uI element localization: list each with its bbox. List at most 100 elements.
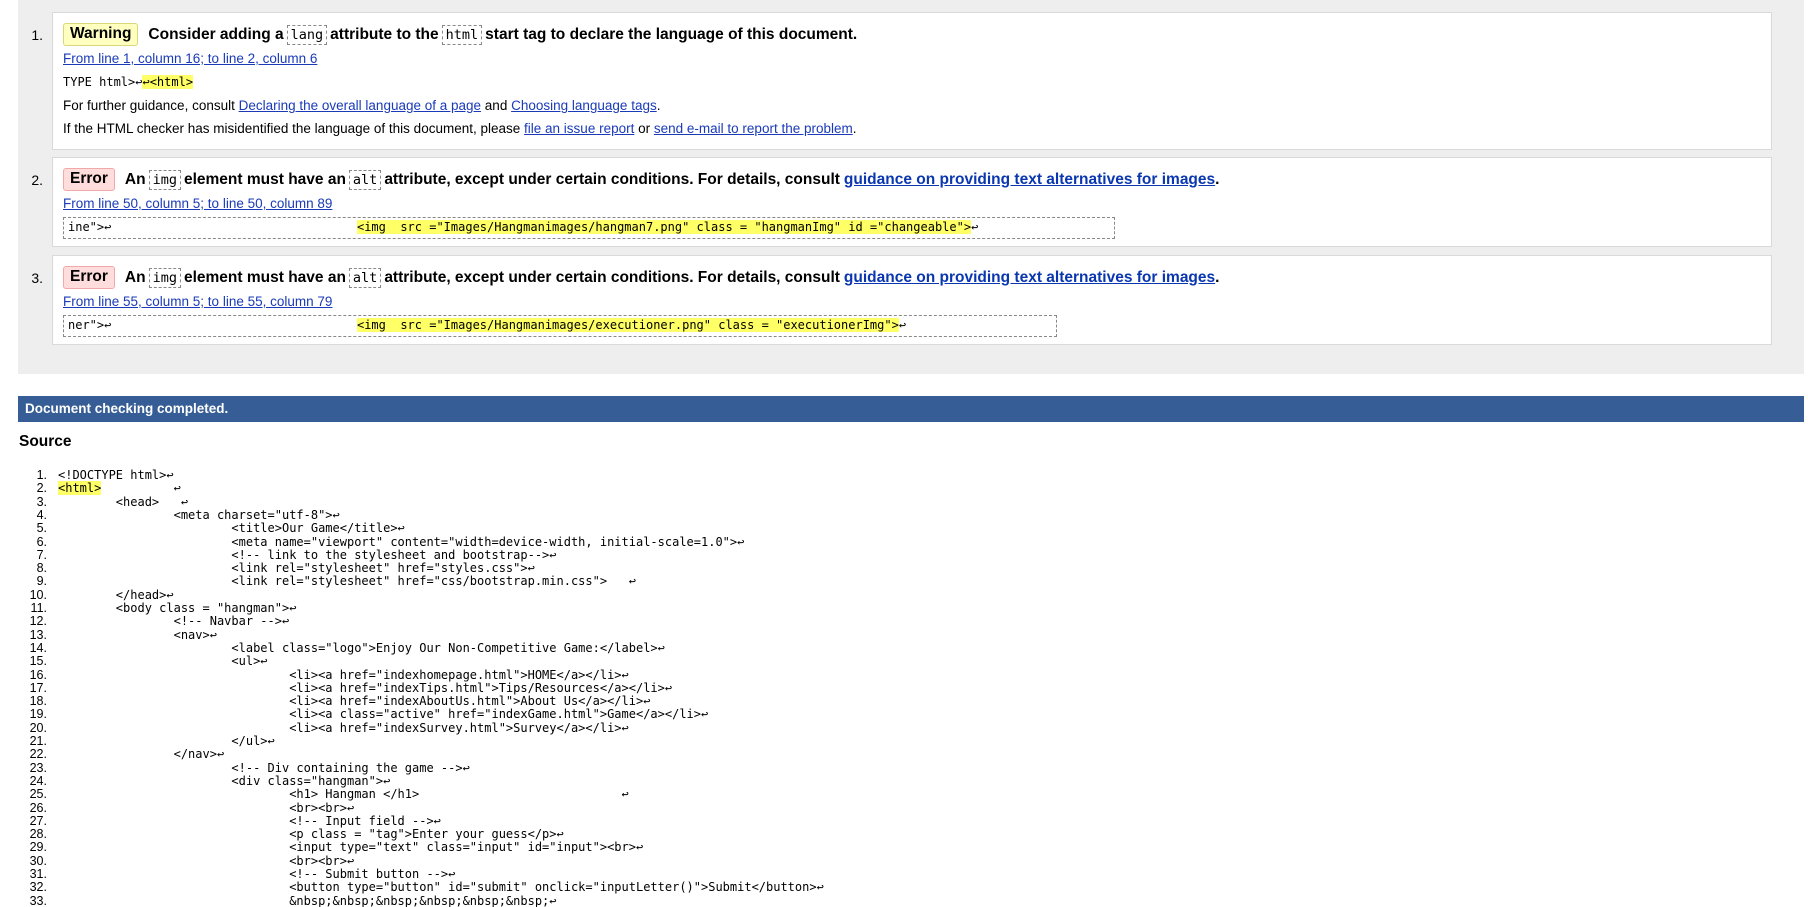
line-number: 23. xyxy=(29,760,47,775)
line-number: 29. xyxy=(29,840,47,855)
line-number: 17. xyxy=(29,680,47,695)
misid-text: or xyxy=(638,121,651,136)
code-keyword: img xyxy=(148,169,181,190)
line-number: 4. xyxy=(36,507,47,522)
line-code: <h1> Hangman </h1> ↩ xyxy=(58,788,629,801)
message-text: attribute, except under certain conditio… xyxy=(384,268,840,286)
location-link[interactable]: From line 1, column 16; to line 2, colum… xyxy=(63,51,317,66)
source-listing: 1. <!DOCTYPE html>↩ 2. <html> ↩ 3. <head> ↩ 4… xyxy=(0,469,1200,907)
line-code: <!DOCTYPE html>↩ xyxy=(58,469,174,482)
line-number: 31. xyxy=(29,867,47,881)
code-text: <li><a href="indexTips.html">Tips/Resour… xyxy=(58,680,673,695)
code-text: <!-- Input field -->↩ xyxy=(58,813,441,828)
line-code: <input type="text" class="input" id="inp… xyxy=(58,841,643,854)
message-text: . xyxy=(1215,170,1220,188)
results-panel: 1. Warning Consider adding a lang attrib… xyxy=(18,0,1804,374)
code-text: </head>↩ xyxy=(58,587,174,602)
message-text: An xyxy=(124,268,146,286)
line-number: 13. xyxy=(29,627,47,642)
message-text: . xyxy=(1215,268,1220,286)
line-code: </ul>↩ xyxy=(58,734,274,748)
code-keyword: img xyxy=(148,267,181,288)
message-headline: Error An img element must have an alt at… xyxy=(63,168,1219,191)
line-code: </nav>↩ xyxy=(58,748,225,761)
code-text: <head> ↩ xyxy=(58,494,189,509)
line-number: 14. xyxy=(29,640,47,655)
code-text: <li><a class="active" href="indexGame.ht… xyxy=(58,707,709,722)
code-text: <link rel="stylesheet" href="styles.css"… xyxy=(58,561,535,576)
line-code: <div class="hangman">↩ xyxy=(58,773,391,788)
line-number: 33. xyxy=(29,893,47,907)
line-number: 2. xyxy=(36,481,47,496)
line-code: <!-- Navbar -->↩ xyxy=(58,615,290,628)
message-error-2: 2. Error An img element must have an alt… xyxy=(31,157,1772,247)
guidance-text: and xyxy=(484,98,508,113)
message-text: start tag to declare the language of thi… xyxy=(485,25,858,43)
message-warning-1: 1. Warning Consider adding a lang attrib… xyxy=(31,12,1772,150)
message-text: Consider adding a xyxy=(148,25,284,43)
code-text: <!-- link to the stylesheet and bootstra… xyxy=(58,547,557,562)
code-text: <br><br>↩ xyxy=(58,853,355,868)
extract-text: ine">↩ xyxy=(68,220,357,234)
guidance-text: For further guidance, consult xyxy=(63,98,235,113)
misid-text: If the HTML checker has misidentified th… xyxy=(63,121,521,136)
code-keyword: alt xyxy=(348,169,382,190)
code-extract: ner">↩ <img src ="Images/Hangmanimages/e… xyxy=(63,315,1057,337)
line-code: <html> ↩ xyxy=(58,481,181,496)
message-number: 1. xyxy=(31,27,43,43)
line-number: 3. xyxy=(36,494,47,509)
line-code: <li><a href="indexTips.html">Tips/Resour… xyxy=(58,680,673,695)
code-text: <p class = "tag">Enter your guess</p>↩ xyxy=(58,827,564,842)
line-code: <nav>↩ xyxy=(58,628,217,642)
code-extract: ine">↩ <img src ="Images/Hangmanimages/h… xyxy=(63,217,1115,239)
code-text: ↩ xyxy=(101,481,181,496)
line-number: 20. xyxy=(29,720,47,735)
line-code: <head> ↩ xyxy=(58,494,189,509)
line-code: <li><a href="indexhomepage.html">HOME</a… xyxy=(58,667,629,682)
code-text: <li><a href="indexhomepage.html">HOME</a… xyxy=(58,667,629,682)
location-link[interactable]: From line 55, column 5; to line 55, colu… xyxy=(63,294,332,309)
code-text: <meta charset="utf-8">↩ xyxy=(58,507,340,522)
line-number: 11. xyxy=(30,601,47,615)
declaring-language-link[interactable]: Declaring the overall language of a page xyxy=(239,98,481,113)
warning-badge: Warning xyxy=(63,23,139,46)
code-text: <title>Our Game</title>↩ xyxy=(58,521,405,536)
code-text: <h1> Hangman </h1> ↩ xyxy=(58,787,629,802)
misid-text: . xyxy=(852,121,857,136)
line-number: 19. xyxy=(29,707,47,722)
code-text: <div class="hangman">↩ xyxy=(58,773,391,788)
line-code: <!-- Submit button -->↩ xyxy=(58,867,455,881)
line-number: 26. xyxy=(29,800,47,815)
code-text: &nbsp;&nbsp;&nbsp;&nbsp;&nbsp;&nbsp;↩ xyxy=(58,893,557,907)
send-email-link[interactable]: send e-mail to report the problem xyxy=(654,121,853,136)
text-alternatives-guidance-link[interactable]: guidance on providing text alternatives … xyxy=(844,171,1215,189)
choosing-language-tags-link[interactable]: Choosing language tags xyxy=(511,98,657,113)
line-number: 6. xyxy=(36,534,47,549)
line-code: <body class = "hangman">↩ xyxy=(58,601,297,615)
line-number: 5. xyxy=(36,521,47,536)
message-number: 2. xyxy=(31,172,43,188)
line-number: 9. xyxy=(36,574,47,589)
code-text: <ul>↩ xyxy=(58,654,268,669)
line-number: 8. xyxy=(36,561,47,576)
line-code: <br><br>↩ xyxy=(58,801,354,815)
line-number: 21. xyxy=(29,734,47,748)
line-number: 28. xyxy=(29,827,47,842)
line-number: 24. xyxy=(29,773,47,788)
misidentified-paragraph: If the HTML checker has misidentified th… xyxy=(63,121,857,136)
extract-text: ↩ xyxy=(971,220,979,234)
error-badge: Error xyxy=(63,266,115,289)
code-text: <label class="logo">Enjoy Our Non-Compet… xyxy=(58,640,665,655)
line-code: <br><br>↩ xyxy=(58,853,355,868)
text-alternatives-guidance-link[interactable]: guidance on providing text alternatives … xyxy=(844,269,1215,287)
message-number: 3. xyxy=(31,270,43,286)
code-text: <!DOCTYPE html>↩ xyxy=(58,469,174,482)
location-link[interactable]: From line 50, column 5; to line 50, colu… xyxy=(63,196,332,211)
extract-highlight: <img src ="Images/Hangmanimages/executio… xyxy=(356,318,899,332)
line-number: 10. xyxy=(29,587,47,602)
extract-text: ↩ xyxy=(898,318,907,332)
extract-text: ner">↩ xyxy=(68,318,357,332)
line-number: 25. xyxy=(29,787,47,802)
error-badge: Error xyxy=(63,168,115,191)
file-issue-link[interactable]: file an issue report xyxy=(524,121,634,136)
